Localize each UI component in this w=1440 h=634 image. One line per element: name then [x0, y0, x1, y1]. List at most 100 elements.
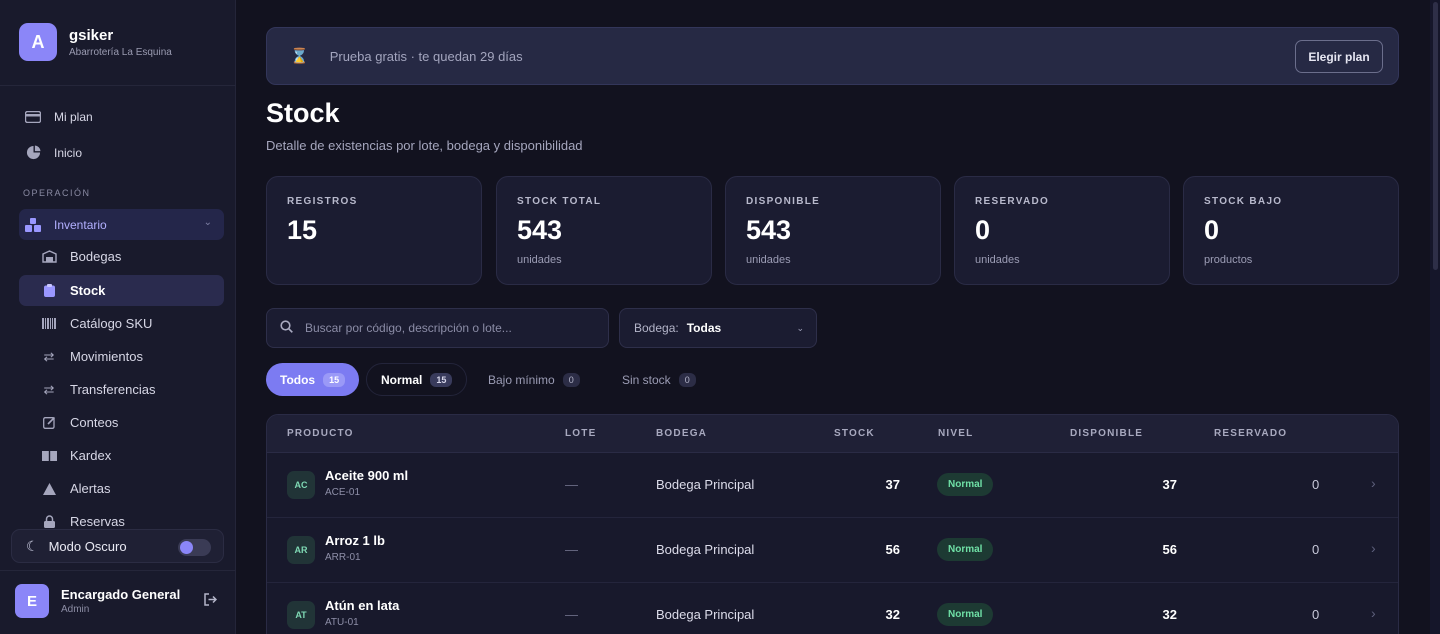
- disponible-cell: 37: [1162, 477, 1177, 492]
- filter-pill-label: Todos: [280, 372, 316, 387]
- filter-pill-normal[interactable]: Normal 15: [366, 363, 468, 396]
- filter-pill-count: 0: [562, 372, 580, 387]
- sidebar-item-label: Inicio: [54, 145, 83, 160]
- sidebar-item-stock[interactable]: Stock: [19, 275, 224, 306]
- stat-card-reservado: RESERVADO 0 unidades: [954, 176, 1170, 285]
- reservado-cell: 0: [1312, 477, 1320, 492]
- filter-pill-count: 15: [430, 372, 453, 387]
- choose-plan-button[interactable]: Elegir plan: [1295, 40, 1383, 73]
- stock-cell: 37: [885, 477, 900, 492]
- user-role: Admin: [61, 604, 90, 615]
- edit-icon: [41, 415, 57, 431]
- book-icon: [41, 448, 57, 464]
- scrollbar[interactable]: [1430, 0, 1440, 634]
- sidebar-item-label: Bodegas: [70, 249, 122, 264]
- stat-card-stock-total: STOCK TOTAL 543 unidades: [496, 176, 712, 285]
- sidebar-item-conteos[interactable]: Conteos: [19, 407, 224, 438]
- disponible-cell: 32: [1162, 607, 1177, 622]
- sidebar-item-label: Kardex: [70, 448, 112, 463]
- user-name: Encargado General: [61, 587, 181, 602]
- chevron-right-icon[interactable]: ›: [1371, 605, 1376, 621]
- section-label-operacion: OPERACIÓN: [23, 188, 91, 198]
- bodega-cell: Bodega Principal: [656, 542, 755, 557]
- status-badge: Normal: [937, 473, 994, 496]
- arrows-icon: ⇄: [43, 381, 55, 397]
- filter-pill-bajo-minimo[interactable]: Bajo mínimo 0: [474, 363, 594, 396]
- arrows-icon: ⇄: [43, 348, 55, 364]
- stat-unit: productos: [1204, 254, 1253, 266]
- sidebar-item-mi-plan[interactable]: Mi plan: [19, 101, 224, 132]
- stat-card-stock-bajo: STOCK BAJO 0 productos: [1183, 176, 1399, 285]
- product-sku: ARR-01: [325, 552, 361, 563]
- stat-label: STOCK TOTAL: [517, 196, 602, 207]
- table-header: PRODUCTO LOTE BODEGA STOCK NIVEL DISPONI…: [267, 415, 1398, 453]
- trial-text: Prueba gratis · te quedan 29 días: [329, 48, 523, 64]
- credit-card-icon: [25, 109, 41, 125]
- sidebar-item-transferencias[interactable]: ⇄ Transferencias: [19, 374, 224, 405]
- main-content: ⌛ Prueba gratis · te quedan 29 días Eleg…: [236, 0, 1440, 634]
- page-subtitle: Detalle de existencias por lote, bodega …: [266, 138, 583, 153]
- product-badge: AR: [287, 536, 315, 564]
- chevron-right-icon[interactable]: ›: [1371, 540, 1376, 556]
- product-name: Arroz 1 lb: [325, 533, 385, 548]
- trial-banner: ⌛ Prueba gratis · te quedan 29 días Eleg…: [266, 27, 1399, 85]
- sidebar-item-label: Alertas: [70, 481, 111, 496]
- stock-table: PRODUCTO LOTE BODEGA STOCK NIVEL DISPONI…: [266, 414, 1399, 634]
- filter-pill-todos[interactable]: Todos 15: [266, 363, 360, 396]
- brand[interactable]: A gsiker Abarrotería La Esquina: [19, 23, 172, 61]
- sidebar-item-movimientos[interactable]: ⇄ Movimientos: [19, 341, 224, 372]
- filter-pill-sin-stock[interactable]: Sin stock 0: [608, 363, 710, 396]
- stat-label: RESERVADO: [975, 196, 1050, 207]
- toggle-switch[interactable]: [178, 539, 211, 556]
- sidebar-item-catalogo-sku[interactable]: Catálogo SKU: [19, 308, 224, 339]
- sidebar-item-label: Movimientos: [70, 349, 143, 364]
- column-header[interactable]: PRODUCTO: [287, 428, 354, 439]
- chevron-down-icon: ⌄: [796, 323, 804, 333]
- sidebar-item-bodegas[interactable]: Bodegas: [19, 241, 224, 272]
- user-profile[interactable]: E Encargado General Admin: [15, 584, 225, 618]
- chevron-down-icon[interactable]: ⌄: [204, 217, 212, 228]
- filter-pill-label: Normal: [381, 372, 423, 387]
- bodega-select[interactable]: Bodega: Todas ⌄: [619, 308, 817, 348]
- column-header[interactable]: DISPONIBLE: [1070, 428, 1143, 439]
- column-header[interactable]: STOCK: [834, 428, 875, 439]
- clipboard-icon: [41, 283, 57, 299]
- search-input[interactable]: [305, 321, 595, 335]
- filter-pill-label: Bajo mínimo: [488, 372, 555, 387]
- sidebar-item-kardex[interactable]: Kardex: [19, 440, 224, 471]
- filter-pill-count: 15: [323, 372, 346, 387]
- logout-icon[interactable]: [204, 593, 218, 609]
- column-header[interactable]: BODEGA: [656, 428, 707, 439]
- column-header[interactable]: NIVEL: [938, 428, 973, 439]
- stat-value: 543: [517, 215, 563, 245]
- moon-icon: ☾: [26, 537, 39, 554]
- column-header[interactable]: LOTE: [565, 428, 596, 439]
- table-row[interactable]: AR Arroz 1 lb ARR-01 — Bodega Principal …: [267, 518, 1398, 583]
- dark-mode-label: Modo Oscuro: [48, 538, 127, 554]
- sidebar-item-alertas[interactable]: Alertas: [19, 473, 224, 504]
- stat-label: REGISTROS: [287, 196, 358, 207]
- toggle-knob: [180, 541, 193, 554]
- product-sku: ACE-01: [325, 487, 361, 498]
- sidebar-item-label: Mi plan: [54, 109, 93, 124]
- brand-subtitle: Abarrotería La Esquina: [69, 46, 172, 58]
- bodega-cell: Bodega Principal: [656, 607, 755, 622]
- status-badge: Normal: [937, 603, 994, 626]
- chevron-right-icon[interactable]: ›: [1371, 475, 1376, 491]
- column-header[interactable]: RESERVADO: [1214, 428, 1287, 439]
- search-box: [266, 308, 609, 348]
- sidebar-item-label: Inventario: [54, 217, 107, 232]
- bodega-select-label: Bodega:: [634, 321, 679, 335]
- scrollbar-thumb[interactable]: [1433, 2, 1438, 270]
- sidebar-item-inventario[interactable]: Inventario ⌄: [19, 209, 224, 240]
- dark-mode-toggle[interactable]: ☾ Modo Oscuro: [11, 529, 224, 563]
- bodega-cell: Bodega Principal: [656, 477, 755, 492]
- sidebar-item-inicio[interactable]: Inicio: [19, 137, 224, 168]
- table-row[interactable]: AT Atún en lata ATU-01 — Bodega Principa…: [267, 583, 1398, 634]
- product-name: Atún en lata: [325, 598, 400, 613]
- table-row[interactable]: AC Aceite 900 ml ACE-01 — Bodega Princip…: [267, 453, 1398, 518]
- lock-icon: [41, 514, 57, 530]
- lote-cell: —: [565, 542, 578, 557]
- lote-cell: —: [565, 607, 578, 622]
- reservado-cell: 0: [1312, 607, 1320, 622]
